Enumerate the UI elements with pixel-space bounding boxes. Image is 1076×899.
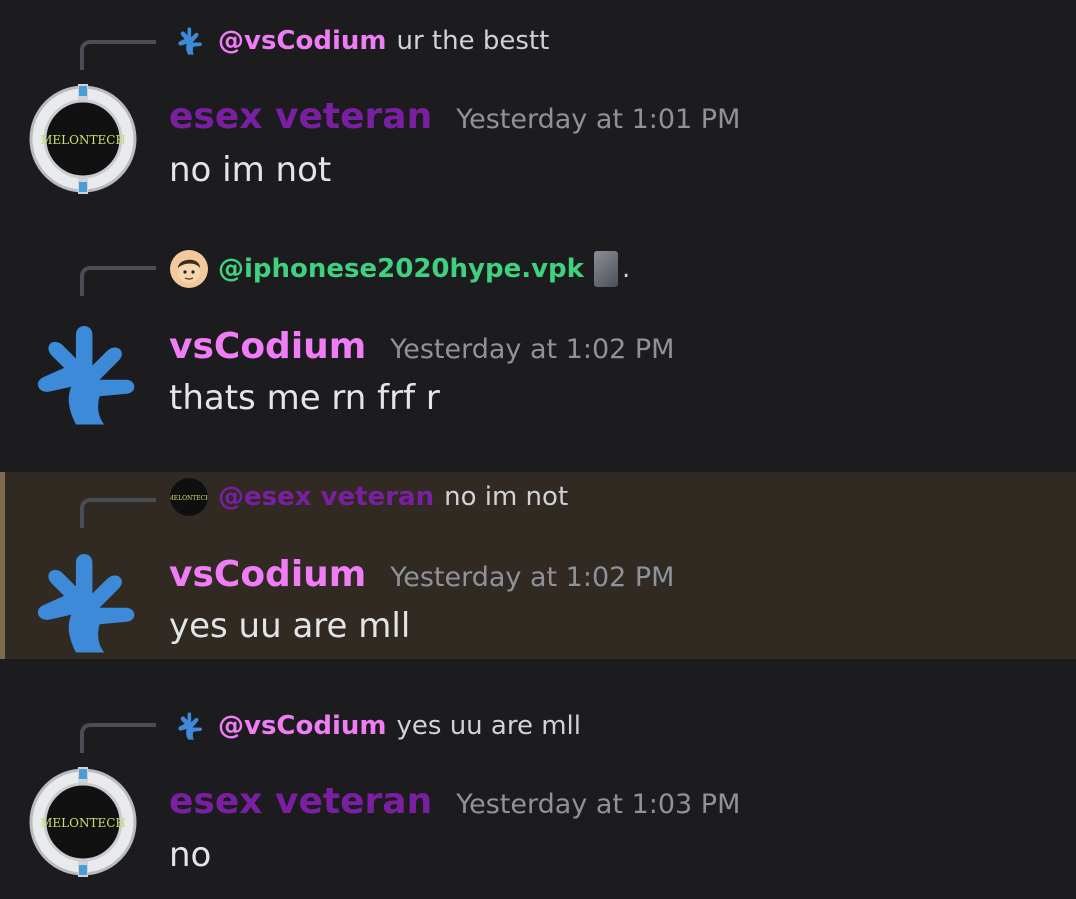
message-body: yes uu are mll [169, 606, 411, 646]
reply-mention[interactable]: @vsCodium [218, 26, 387, 56]
message-3: MELONTECH @esex veteran no im not vsCodi… [0, 472, 1076, 659]
timestamp[interactable]: Yesterday at 1:02 PM [390, 562, 674, 593]
image-attachment-icon [593, 251, 618, 287]
author-name[interactable]: vsCodium [169, 554, 366, 595]
reply-mention[interactable]: @vsCodium [218, 711, 387, 741]
vscodium-avatar[interactable] [24, 316, 142, 434]
reply-spine [80, 723, 156, 753]
timestamp[interactable]: Yesterday at 1:02 PM [390, 334, 674, 365]
reply-text: no im not [444, 482, 569, 512]
message-1: @vsCodium ur the bestt MELONTECH esex ve… [0, 0, 1076, 230]
reply-text: yes uu are mll [396, 711, 582, 741]
timestamp[interactable]: Yesterday at 1:03 PM [456, 789, 740, 820]
svg-text:MELONTECH: MELONTECH [170, 495, 208, 502]
reply-spine [80, 266, 156, 296]
author-name[interactable]: vsCodium [169, 326, 366, 367]
esex-avatar[interactable]: MELONTECH [24, 763, 142, 881]
message-4: @vsCodium yes uu are mll MELONTECH esex … [0, 659, 1076, 899]
avatar-logo-text: MELONTECH [40, 816, 126, 830]
message-header: esex veteran Yesterday at 1:03 PM [169, 781, 740, 822]
vscodium-logo-icon [170, 22, 208, 60]
message-body: no im not [169, 150, 332, 190]
message-header: vsCodium Yesterday at 1:02 PM [169, 326, 674, 367]
author-name[interactable]: esex veteran [169, 96, 432, 137]
reply-mention[interactable]: @iphonese2020hype.vpk [218, 254, 584, 284]
reply-text: ur the bestt [396, 26, 550, 56]
message-body: thats me rn frf r [169, 378, 440, 418]
timestamp[interactable]: Yesterday at 1:01 PM [456, 104, 740, 135]
reply-preview[interactable]: MELONTECH @esex veteran no im not [170, 478, 568, 516]
reply-preview[interactable]: @iphonese2020hype.vpk . [170, 250, 630, 288]
reply-spine [80, 498, 156, 528]
vscodium-avatar[interactable] [24, 544, 142, 662]
message-2: @iphonese2020hype.vpk . vsCodium Yesterd… [0, 230, 1076, 472]
reply-preview[interactable]: @vsCodium ur the bestt [170, 22, 549, 60]
reply-mention[interactable]: @esex veteran [218, 482, 434, 512]
author-name[interactable]: esex veteran [169, 781, 432, 822]
esex-avatar[interactable]: MELONTECH [24, 80, 142, 198]
cartoon-face-avatar [170, 250, 208, 288]
vscodium-logo-icon [170, 707, 208, 745]
message-header: esex veteran Yesterday at 1:01 PM [169, 96, 740, 137]
message-body: no [169, 835, 212, 875]
reply-text: . [621, 254, 631, 284]
avatar-logo-text: MELONTECH [40, 133, 126, 147]
reply-preview[interactable]: @vsCodium yes uu are mll [170, 707, 581, 745]
message-header: vsCodium Yesterday at 1:02 PM [169, 554, 674, 595]
reply-spine [80, 40, 156, 70]
portal-core-avatar: MELONTECH [170, 478, 208, 516]
